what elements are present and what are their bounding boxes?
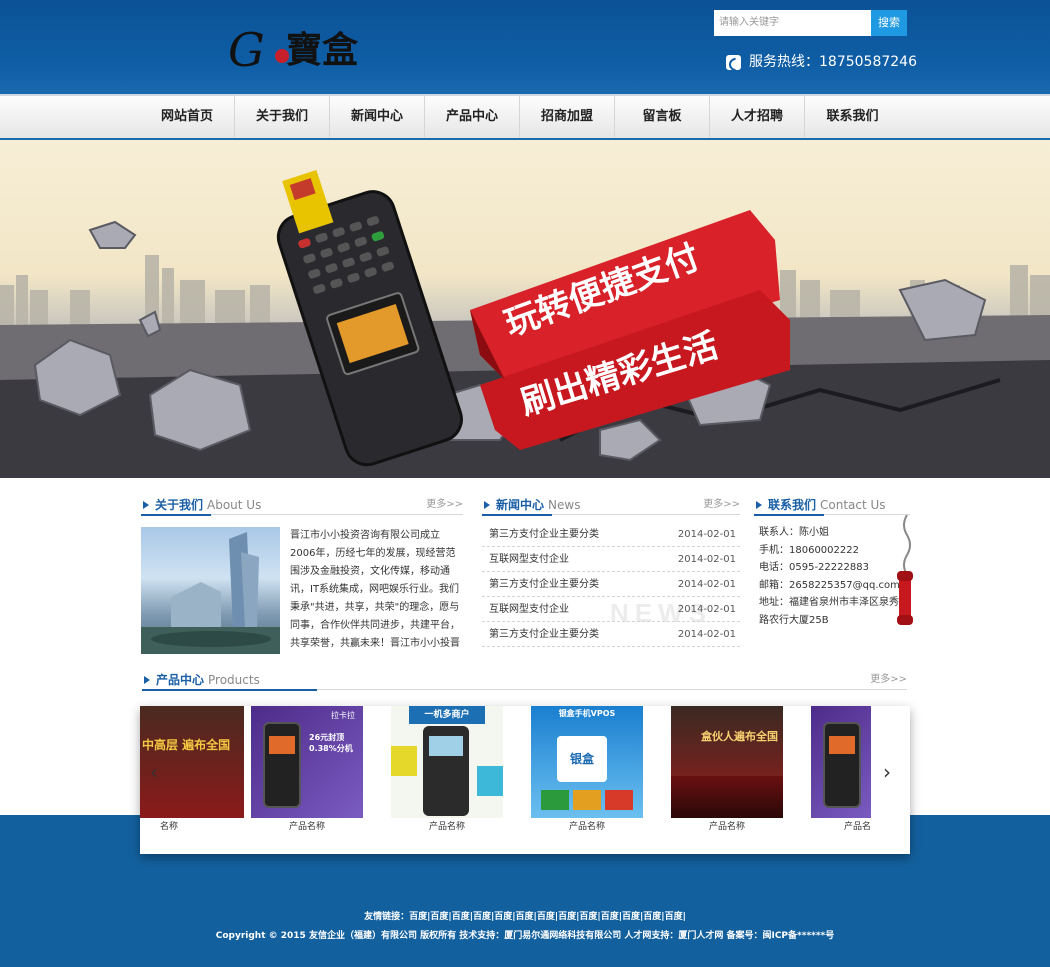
product-image-brand: 拉卡拉 xyxy=(331,711,355,720)
carousel-next-icon[interactable]: › xyxy=(883,760,891,784)
nav-item-contact[interactable]: 联系我们 xyxy=(805,96,900,138)
nav-item-home[interactable]: 网站首页 xyxy=(140,96,235,138)
contact-title: 联系我们 xyxy=(768,498,817,512)
about-section-title: 关于我们 About Us 更多>> xyxy=(141,495,463,516)
news-item[interactable]: 互联网型支付企业 2014-02-01 xyxy=(482,547,740,572)
product-image-logo: 银盒 xyxy=(557,736,607,782)
contact-section-title: 联系我们 Contact Us xyxy=(754,495,910,516)
nav-item-jobs[interactable]: 人才招聘 xyxy=(710,96,805,138)
news-item-date: 2014-02-01 xyxy=(677,579,736,590)
product-image-banner: 银盒手机VPOS xyxy=(558,709,616,718)
nav-item-news[interactable]: 新闻中心 xyxy=(330,96,425,138)
news-item-title[interactable]: 互联网型支付企业 xyxy=(489,604,569,615)
contact-info: 联系人：陈小姐 手机：18060002222 电话：0595-22222883 … xyxy=(759,524,914,629)
product-image[interactable]: 一机多商户 xyxy=(391,706,503,818)
contact-person: 联系人：陈小姐 xyxy=(759,527,829,538)
contact-mobile: 手机：18060002222 xyxy=(759,544,859,556)
news-list: 第三方支付企业主要分类 2014-02-01 互联网型支付企业 2014-02-01… xyxy=(482,522,740,647)
about-text: 晋江市小小投资咨询有限公司成立2006年，历经七年的发展，现经营范围涉及金融投资… xyxy=(290,530,460,649)
header: G 寶盒 请输入关键字 搜索 服务热线：18750587246 xyxy=(0,0,1050,94)
about-title-en: About Us xyxy=(207,498,262,512)
news-section-title: 新闻中心 News 更多>> xyxy=(482,495,740,516)
product-card[interactable]: 盒伙人遍布全国 产品名称 xyxy=(671,706,783,841)
product-card[interactable]: 拉卡拉 26元封顶 0.38%分机 产品名称 xyxy=(251,706,363,841)
product-carousel: 中高层 遍布全国 名称 拉卡拉 26元封顶 0.38%分机 产品名称 一机多商户… xyxy=(140,706,910,854)
logo[interactable]: G 寶盒 xyxy=(228,18,359,78)
product-name[interactable]: 名称 xyxy=(140,818,244,836)
product-image-rate: 26元封顶 0.38%分机 xyxy=(309,733,353,753)
news-item[interactable]: 第三方支付企业主要分类 2014-02-01 xyxy=(482,622,740,647)
svg-text:G: G xyxy=(228,23,265,77)
friend-links[interactable]: 友情链接：百度|百度|百度|百度|百度|百度|百度|百度|百度|百度|百度|百度… xyxy=(0,909,1050,922)
product-name[interactable]: 产品名称 xyxy=(391,818,503,836)
products-more-link[interactable]: 更多>> xyxy=(870,670,907,690)
svg-text:寶盒: 寶盒 xyxy=(286,29,358,71)
contact-email: 邮箱：2658225357@qq.com xyxy=(759,579,900,591)
product-card[interactable]: 产品名 xyxy=(811,706,910,841)
about-more-link[interactable]: 更多>> xyxy=(426,495,463,515)
product-image[interactable]: 拉卡拉 26元封顶 0.38%分机 xyxy=(251,706,363,818)
nav-item-franchise[interactable]: 招商加盟 xyxy=(520,96,615,138)
news-item-title[interactable]: 互联网型支付企业 xyxy=(489,554,569,565)
product-card[interactable]: 一机多商户 产品名称 xyxy=(391,706,503,841)
copyright: Copyright © 2015 友信企业（福建）有限公司 版权所有 技术支持：… xyxy=(215,931,835,941)
hotline-text: 服务热线：18750587246 xyxy=(749,54,917,70)
about-title: 关于我们 xyxy=(155,498,204,512)
contact-tel: 电话：0595-22222883 xyxy=(759,562,869,573)
news-item-title[interactable]: 第三方支付企业主要分类 xyxy=(489,629,599,640)
news-item-date: 2014-02-01 xyxy=(677,529,736,540)
search-input[interactable]: 请输入关键字 xyxy=(714,10,871,36)
news-item-date: 2014-02-01 xyxy=(677,629,736,640)
main-nav: 网站首页 关于我们 新闻中心 产品中心 招商加盟 留言板 人才招聘 联系我们 xyxy=(0,94,1050,140)
search-button[interactable]: 搜索 xyxy=(871,10,907,36)
products-section-title: 产品中心 Products 更多>> xyxy=(142,670,907,691)
products-title: 产品中心 xyxy=(156,673,205,687)
product-image-sign: 盒伙人遍布全国 xyxy=(701,730,778,743)
news-item-title[interactable]: 第三方支付企业主要分类 xyxy=(489,579,599,590)
news-more-link[interactable]: 更多>> xyxy=(703,495,740,515)
products-title-en: Products xyxy=(208,673,260,687)
news-item[interactable]: 第三方支付企业主要分类 2014-02-01 xyxy=(482,572,740,597)
product-name[interactable]: 产品名 xyxy=(811,818,871,836)
nav-item-about[interactable]: 关于我们 xyxy=(235,96,330,138)
product-image-sign: 中高层 遍布全国 xyxy=(142,738,231,752)
product-image[interactable]: 盒伙人遍布全国 xyxy=(671,706,783,818)
news-item-title[interactable]: 第三方支付企业主要分类 xyxy=(489,529,599,540)
news-item-date: 2014-02-01 xyxy=(677,554,736,565)
telephone-icon xyxy=(897,515,913,625)
news-item-date: 2014-02-01 xyxy=(677,604,736,615)
banner-illustration: 玩转便捷支付 刷出精彩生活 xyxy=(0,169,1050,478)
product-name[interactable]: 产品名称 xyxy=(251,818,363,836)
product-image-banner: 一机多商户 xyxy=(409,706,485,724)
contact-title-en: Contact Us xyxy=(820,498,886,512)
news-item[interactable]: 互联网型支付企业 2014-02-01 xyxy=(482,597,740,622)
contact-address: 地址：福建省泉州市丰泽区泉秀路农行大厦25B xyxy=(759,597,899,626)
phone-icon xyxy=(726,54,741,70)
carousel-prev-icon[interactable]: ‹ xyxy=(150,760,158,784)
product-image[interactable]: 银盒手机VPOS 银盒 xyxy=(531,706,643,818)
nav-item-products[interactable]: 产品中心 xyxy=(425,96,520,138)
product-card[interactable]: 银盒手机VPOS 银盒 产品名称 xyxy=(531,706,643,841)
hero-banner[interactable]: 玩转便捷支付 刷出精彩生活 xyxy=(0,140,1050,478)
product-image[interactable] xyxy=(811,706,871,818)
news-title-en: News xyxy=(548,498,581,512)
nav-item-guestbook[interactable]: 留言板 xyxy=(615,96,710,138)
about-image xyxy=(141,527,280,654)
product-name[interactable]: 产品名称 xyxy=(531,818,643,836)
hotline: 服务热线：18750587246 xyxy=(726,52,917,72)
news-item[interactable]: 第三方支付企业主要分类 2014-02-01 xyxy=(482,522,740,547)
product-name[interactable]: 产品名称 xyxy=(671,818,783,836)
news-title: 新闻中心 xyxy=(496,498,545,512)
